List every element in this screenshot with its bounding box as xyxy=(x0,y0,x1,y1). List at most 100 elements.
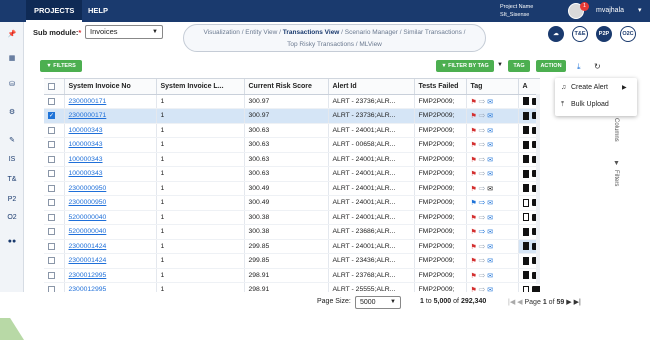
table-row[interactable]: 100000343 1 300.63 ALRT - 24001;ALR... FMP2P… xyxy=(44,123,540,138)
row-checkbox[interactable] xyxy=(44,195,65,211)
download-icon[interactable]: ⤓ xyxy=(577,62,581,72)
table-row[interactable]: 2300000950 1 300.49 ALRT - 24001;ALR... FMP2… xyxy=(44,181,540,196)
column-header-tests-failed[interactable]: Tests Failed xyxy=(414,79,467,95)
invoice-link[interactable]: 2300001424 xyxy=(64,239,157,254)
comment-icon[interactable]: ✉ xyxy=(487,99,493,106)
edit-icon[interactable]: ✎ xyxy=(0,136,24,144)
row-checkbox[interactable] xyxy=(44,239,65,254)
next-page-icon[interactable]: ▶ xyxy=(566,299,571,306)
arrow-right-icon[interactable]: ⇨ xyxy=(479,169,486,178)
refresh-icon[interactable]: ↻ xyxy=(594,62,601,71)
flag-icon[interactable]: ⚑ xyxy=(471,171,477,178)
document-icon[interactable] xyxy=(522,184,529,193)
arrow-right-icon[interactable]: ⇨ xyxy=(479,155,486,164)
table-row[interactable]: 2300012995 1 298.91 ALRT - 25555;ALR... FMP2… xyxy=(44,282,540,292)
comment-icon[interactable]: ✉ xyxy=(487,200,493,207)
arrow-right-icon[interactable]: ⇨ xyxy=(479,227,486,236)
row-checkbox[interactable] xyxy=(44,94,65,109)
arrow-right-icon[interactable]: ⇨ xyxy=(479,97,486,106)
invoice-link[interactable]: 2300000171 xyxy=(64,108,157,124)
filter-by-tag-button[interactable]: ▼ FILTER BY TAG xyxy=(436,60,494,72)
arrow-right-icon[interactable]: ⇨ xyxy=(479,184,486,193)
invoice-link[interactable]: 5200000040 xyxy=(64,210,157,225)
comment-icon[interactable]: ✉ xyxy=(487,258,493,265)
comment-icon[interactable]: ✉ xyxy=(487,273,493,280)
te-button[interactable]: T&E xyxy=(572,26,588,42)
tag-button[interactable]: TAG xyxy=(508,60,530,72)
row-checkbox[interactable] xyxy=(44,253,65,269)
arrow-right-icon[interactable]: ⇨ xyxy=(479,271,486,280)
comment-icon[interactable]: ✉ xyxy=(487,171,493,178)
sidebar-item-p2[interactable]: P2 xyxy=(0,196,24,203)
document-icon[interactable] xyxy=(522,227,529,236)
flag-icon[interactable]: ⚑ xyxy=(471,229,477,236)
chevron-down-icon[interactable]: ▼ xyxy=(497,62,503,68)
view-switcher[interactable]: Visualization / Entity View / Transactio… xyxy=(183,24,486,52)
chevron-down-icon[interactable]: ▾ xyxy=(638,6,642,14)
menu-item-create-alert[interactable]: ♫ Create Alert ▶ xyxy=(561,84,627,91)
row-checkbox[interactable] xyxy=(44,166,65,182)
arrow-right-icon[interactable]: ⇨ xyxy=(479,213,486,222)
grid-scrollbar[interactable] xyxy=(536,94,540,284)
arrow-right-icon[interactable]: ⇨ xyxy=(479,242,486,251)
comment-icon[interactable]: ✉ xyxy=(487,142,493,149)
flag-icon[interactable]: ⚑ xyxy=(471,244,477,251)
table-row[interactable]: 2300000171 1 300.97 ALRT - 23736;ALR... FMP2… xyxy=(44,94,540,109)
first-page-icon[interactable]: |◀ xyxy=(508,299,515,306)
row-checkbox[interactable] xyxy=(44,224,65,240)
row-checkbox[interactable] xyxy=(44,210,65,225)
view-links-line2[interactable]: Top Risky Transactions / MLView xyxy=(184,39,485,51)
o2c-button[interactable]: O2C xyxy=(620,26,636,42)
invoice-link[interactable]: 100000343 xyxy=(64,166,157,182)
invoice-link[interactable]: 100000343 xyxy=(64,152,157,167)
flag-icon[interactable]: ⚑ xyxy=(471,200,477,207)
table-row[interactable]: 2300000950 1 300.49 ALRT - 24001;ALR... FMP2… xyxy=(44,195,540,211)
column-header-a[interactable]: A xyxy=(518,79,540,95)
filter-icon[interactable]: ▼ xyxy=(613,160,620,167)
invoice-link[interactable]: 2300012995 xyxy=(64,282,157,292)
flag-icon[interactable]: ⚑ xyxy=(471,113,477,120)
document-icon[interactable] xyxy=(522,213,529,222)
column-header-risk-score[interactable]: Current Risk Score xyxy=(244,79,329,95)
row-checkbox[interactable] xyxy=(44,137,65,153)
table-row[interactable]: 2300001424 1 299.85 ALRT - 23436;ALR... FMP2… xyxy=(44,253,540,269)
prev-page-icon[interactable]: ◀ xyxy=(517,299,522,306)
table-row[interactable]: 100000343 1 300.63 ALRT - 24001;ALR... FMP2P… xyxy=(44,152,540,167)
document-icon[interactable] xyxy=(522,242,529,251)
row-checkbox[interactable] xyxy=(44,123,65,138)
invoice-link[interactable]: 100000343 xyxy=(64,137,157,153)
flag-icon[interactable]: ⚑ xyxy=(471,258,477,265)
row-checkbox[interactable] xyxy=(44,181,65,196)
comment-icon[interactable]: ✉ xyxy=(487,157,493,164)
document-icon[interactable] xyxy=(522,140,529,149)
view-links-more[interactable]: / Scenario Manager / Similar Transaction… xyxy=(339,29,465,36)
invoice-link[interactable]: 100000343 xyxy=(64,123,157,138)
document-icon[interactable] xyxy=(522,97,529,106)
column-header-tag[interactable]: Tag xyxy=(466,79,519,95)
column-header-invoice[interactable]: System Invoice No xyxy=(64,79,157,95)
document-icon[interactable] xyxy=(522,256,529,265)
tab-help[interactable]: HELP xyxy=(80,0,116,22)
table-row[interactable]: 100000343 1 300.63 ALRT - 24001;ALR... FMP2P… xyxy=(44,166,540,182)
submodule-select[interactable]: Invoices ▼ xyxy=(85,25,163,39)
sidebar-item-te[interactable]: T& xyxy=(0,176,24,183)
sidebar-item-o2[interactable]: O2 xyxy=(0,214,24,221)
flag-icon[interactable]: ⚑ xyxy=(471,215,477,222)
flag-icon[interactable]: ⚑ xyxy=(471,128,477,135)
flag-icon[interactable]: ⚑ xyxy=(471,99,477,106)
arrow-right-icon[interactable]: ⇨ xyxy=(479,256,486,265)
pin-icon[interactable]: 📌 xyxy=(0,30,24,38)
document-icon[interactable] xyxy=(522,126,529,135)
table-row[interactable]: 100000343 1 300.63 ALRT - 00658;ALR... FMP2P… xyxy=(44,137,540,153)
select-all-checkbox[interactable] xyxy=(44,79,65,95)
table-row[interactable]: 2300012995 1 298.91 ALRT - 23768;ALR... FMP2… xyxy=(44,268,540,283)
invoice-link[interactable]: 2300000950 xyxy=(64,181,157,196)
comment-icon[interactable]: ✉ xyxy=(487,215,493,222)
row-checkbox[interactable]: ✓ xyxy=(44,108,65,124)
filters-panel-toggle[interactable]: Filters xyxy=(613,170,619,186)
view-links[interactable]: Visualization / Entity View / xyxy=(204,29,283,36)
comment-icon[interactable]: ✉ xyxy=(487,244,493,251)
last-page-icon[interactable]: ▶| xyxy=(574,299,581,306)
users-icon[interactable]: ●● xyxy=(0,238,24,245)
row-checkbox[interactable] xyxy=(44,282,65,292)
